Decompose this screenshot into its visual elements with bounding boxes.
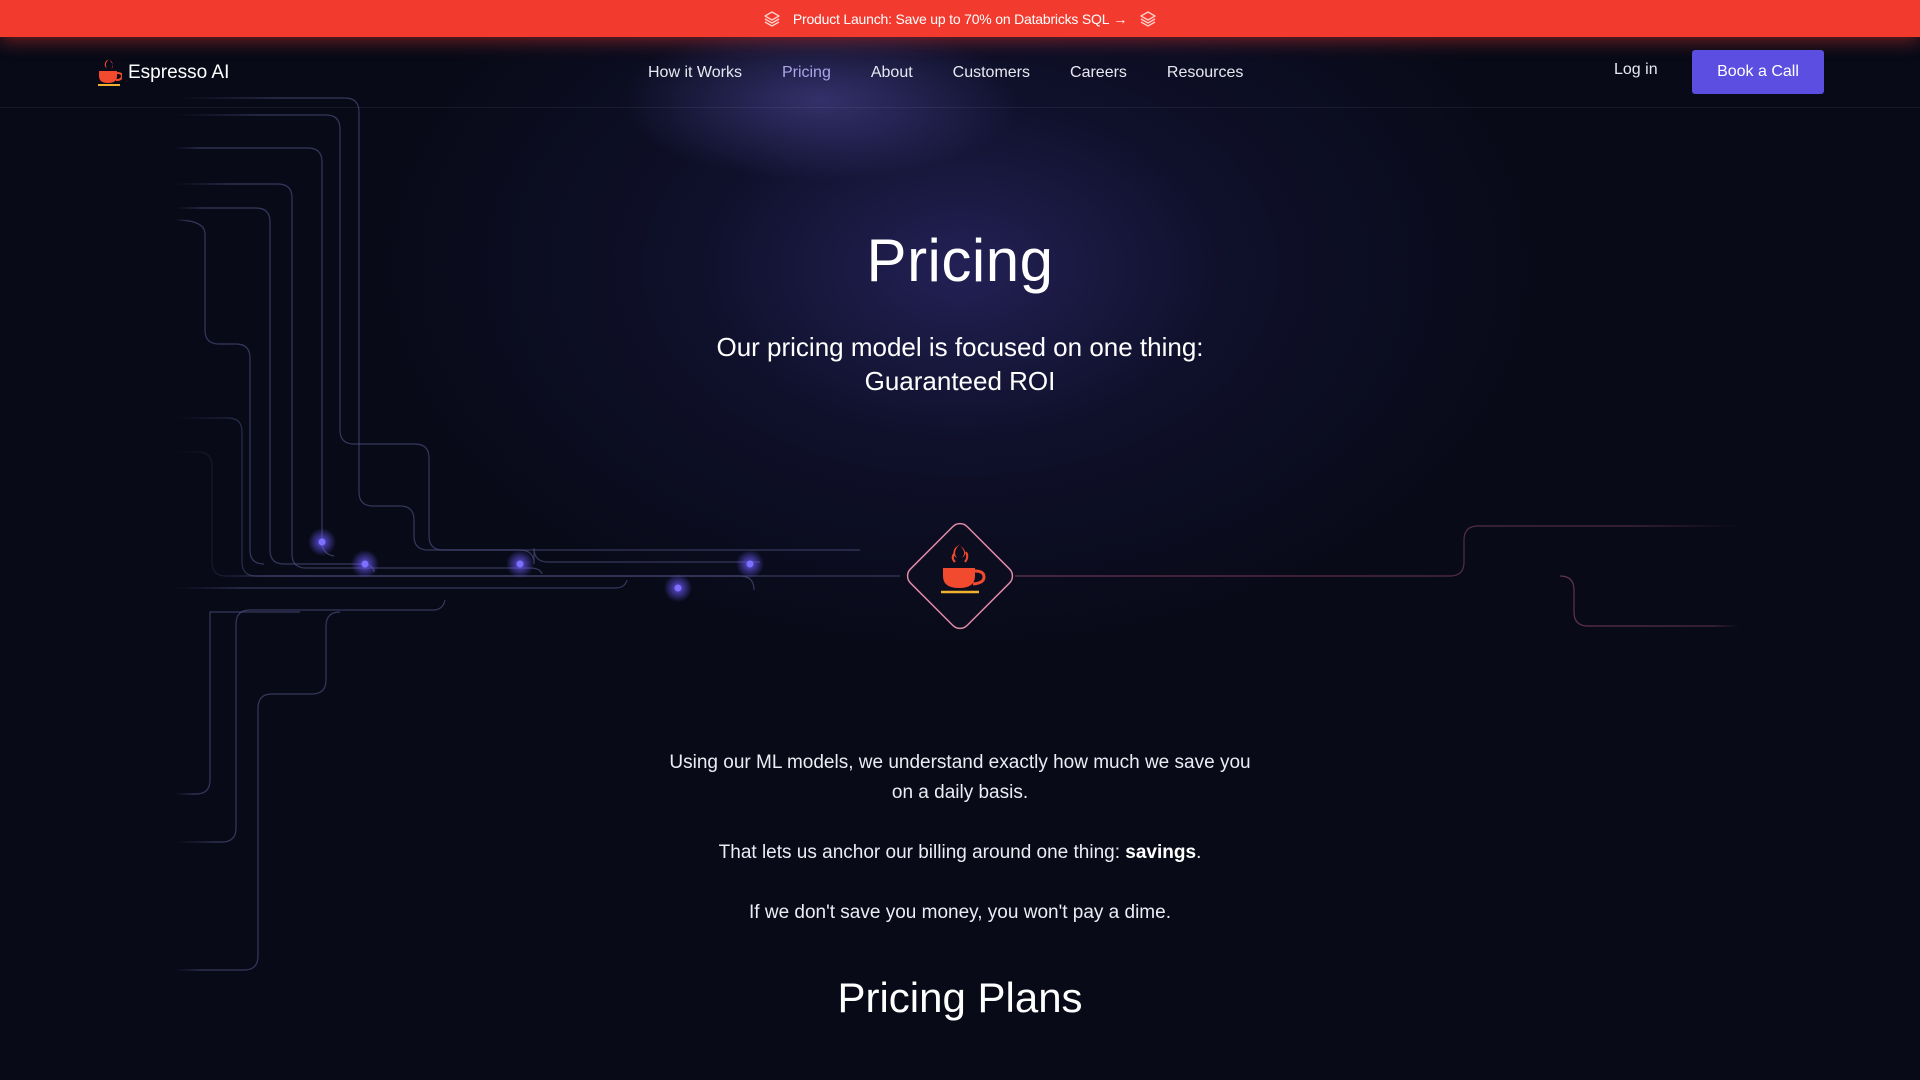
announcement-banner: Product Launch: Save up to 70% on Databr… [0,0,1920,37]
banner-text: Product Launch: Save up to 70% on Databr… [792,10,1110,27]
paragraph-2-text: That lets us anchor our billing around o… [718,842,1126,863]
page-title: Pricing [866,227,1054,294]
pricing-explanation: Using our ML models, we understand exact… [660,748,1260,958]
circuit-glow-dots [308,528,764,602]
hero-subtitle-line1: Our pricing model is focused on one thin… [716,332,1204,362]
layers-icon [763,10,781,28]
hero-subtitle: Our pricing model is focused on one thin… [660,330,1260,398]
paragraph-2-suffix: . [1196,842,1202,863]
right-circuit-lines [1015,525,1740,627]
book-a-call-button[interactable]: Book a Call [1692,50,1824,94]
coffee-cup-icon [941,544,986,594]
nav-link-customers[interactable]: Customers [953,64,1030,82]
explanation-paragraph-3: If we don't save you money, you won't pa… [749,902,1171,923]
nav-link-about[interactable]: About [871,64,913,82]
explanation-paragraph-2: That lets us anchor our billing around o… [660,838,1260,868]
logo[interactable]: Espresso AI [96,57,229,89]
espresso-logo-icon [98,59,122,86]
nav-link-pricing[interactable]: Pricing [782,64,831,82]
top-navigation: Espresso AI How it Works Pricing About C… [0,37,1920,108]
banner-link[interactable]: Product Launch: Save up to 70% on Databr… [793,11,1127,27]
nav-link-how-it-works[interactable]: How it Works [648,64,742,82]
nav-link-resources[interactable]: Resources [1167,64,1243,82]
hero-subtitle-line2: Guaranteed ROI [864,366,1056,396]
explanation-paragraph-1: Using our ML models, we understand exact… [669,752,1251,803]
nav-link-careers[interactable]: Careers [1070,64,1127,82]
logo-text: Espresso AI [128,62,230,83]
arrow-right-icon: → [1113,10,1128,27]
savings-emphasis: savings [1125,842,1197,863]
layers-icon [1139,10,1157,28]
center-diamond [906,522,1014,630]
pricing-plans-heading: Pricing Plans [837,974,1083,1021]
login-link[interactable]: Log in [1614,61,1658,79]
nav-links: How it Works Pricing About Customers Car… [648,37,1243,108]
